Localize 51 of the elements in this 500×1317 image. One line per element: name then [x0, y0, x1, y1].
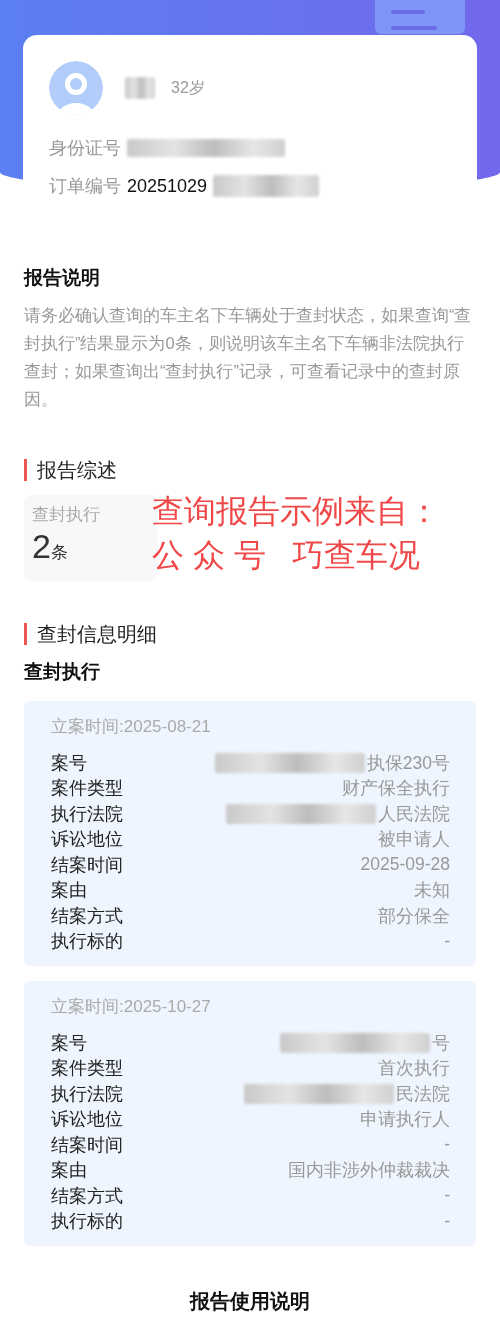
row-label: 执行标的	[51, 930, 123, 954]
row-value: 国内非涉外仲裁裁决	[288, 1159, 450, 1183]
field-label: 身份证号	[49, 137, 121, 160]
row-value: -	[444, 1185, 450, 1207]
row-label: 诉讼地位	[51, 1108, 123, 1132]
row-label: 案由	[51, 1159, 87, 1183]
age-text: 32岁	[171, 77, 205, 98]
row-label: 结案方式	[51, 904, 123, 928]
overlay-note: 公 众 号 巧查车况	[152, 536, 422, 575]
row-label: 案号	[51, 1031, 87, 1055]
row-value: 被申请人	[378, 828, 450, 852]
row-value: 未知	[414, 879, 450, 903]
row-value: 财产保全执行	[342, 777, 450, 801]
row-value: 首次执行	[378, 1057, 450, 1081]
section-title: 报告综述	[24, 459, 476, 481]
filing-date: 立案时间:2025-08-21	[51, 716, 212, 738]
count-unit: 条	[50, 543, 68, 564]
row-label: 执行法院	[51, 1082, 123, 1106]
document-icon	[375, 0, 465, 34]
section-title: 报告说明	[24, 266, 101, 290]
row-label: 案件类型	[51, 777, 123, 801]
overlay-note: 查询报告示例来自：	[152, 492, 440, 531]
row-value: -	[444, 1134, 450, 1156]
row-value: 民法院	[396, 1082, 450, 1106]
row-value: 申请执行人	[360, 1108, 450, 1132]
row-label: 案号	[51, 751, 87, 775]
field-value: 20251029	[127, 175, 208, 197]
filing-date: 立案时间:2025-10-27	[51, 996, 212, 1018]
subsection-title: 查封执行	[24, 660, 101, 684]
tile-label: 查封执行	[32, 504, 101, 526]
count-number: 2	[32, 526, 51, 566]
row-label: 案件类型	[51, 1057, 123, 1081]
row-value: 人民法院	[378, 802, 450, 826]
row-value: 执保230号	[366, 751, 450, 775]
row-label: 结案时间	[51, 853, 123, 877]
section-title: 查封信息明细	[24, 623, 476, 645]
avatar-icon	[49, 61, 103, 115]
row-label: 结案时间	[51, 1133, 123, 1157]
row-value: 号	[432, 1031, 450, 1055]
row-value: 部分保全	[378, 904, 450, 928]
row-value: 2025-09-28	[360, 854, 450, 876]
row-label: 执行标的	[51, 1210, 123, 1234]
row-label: 执行法院	[51, 802, 123, 826]
field-label: 订单编号	[49, 175, 121, 198]
section-title: 报告使用说明	[188, 1289, 311, 1314]
note-paragraph: 请务必确认查询的车主名下车辆处于查封状态，如果查询“查封执行”结果显示为0条，则说明该车主名下车辆非法院执行查封；如果查询出“查封执行”记录，可查看记录中的查封原因。	[24, 305, 473, 410]
row-value: -	[444, 930, 450, 952]
row-label: 案由	[51, 879, 87, 903]
row-value: -	[444, 1210, 450, 1232]
row-label: 结案方式	[51, 1184, 123, 1208]
row-label: 诉讼地位	[51, 828, 123, 852]
